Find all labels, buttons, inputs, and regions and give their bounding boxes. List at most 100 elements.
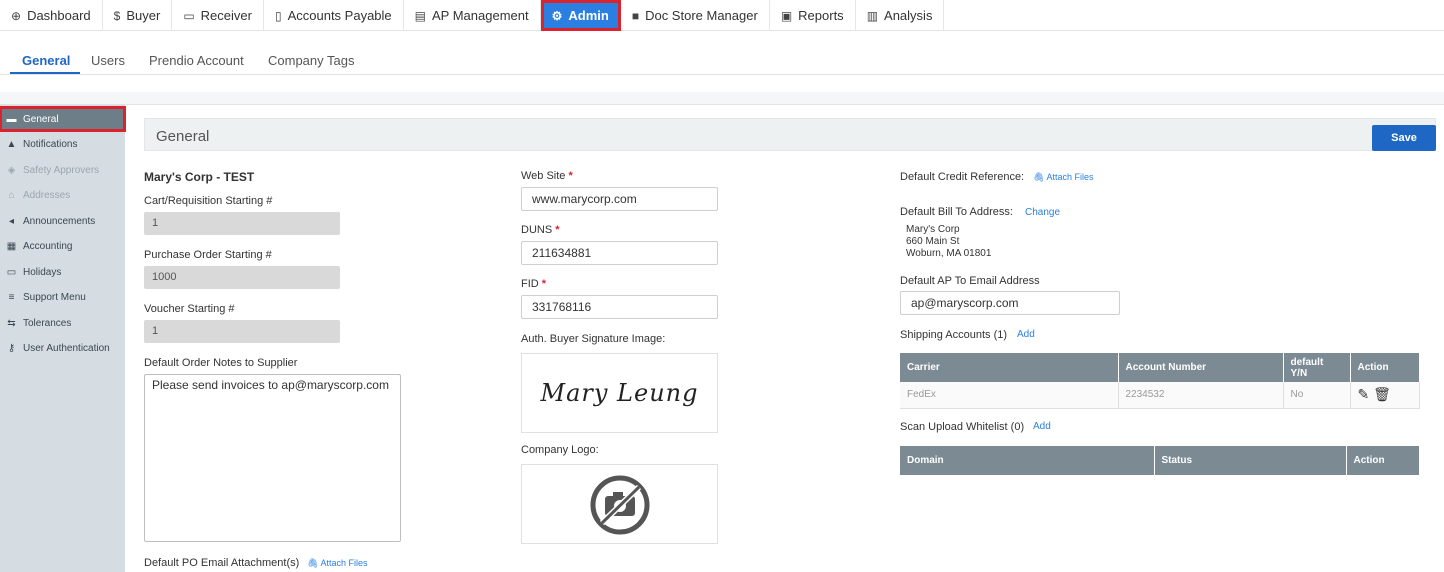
sidebar-item-label: User Authentication [23,343,110,354]
sidebar-item-addresses: ⌂ Addresses [0,184,125,208]
sidebar-item-support-menu[interactable]: ≡ Support Menu [0,286,125,310]
sidebar-item-label: Safety Approvers [23,164,100,176]
default-cell: No [1283,382,1351,409]
col-action: Action [1350,353,1420,382]
table-header-row: Domain Status Action [900,446,1420,475]
calculator-icon: ▤ [414,8,426,23]
nav-label: Doc Store Manager [645,8,758,23]
sidebar-item-label: Support Menu [23,292,86,303]
shipping-accounts-label: Shipping Accounts (1) [900,329,1008,341]
megaphone-icon: ◂ [8,215,15,227]
tab-prendio-account[interactable]: Prendio Account [149,53,244,68]
ap-email-input[interactable]: ap@maryscorp.com [900,291,1120,315]
attach-files-label: Attach Files [1046,172,1094,182]
save-button[interactable]: Save [1372,125,1436,151]
credit-attach-files-link[interactable]: 🖇 Attach Files [1033,171,1093,183]
cart-start-label: Cart/Requisition Starting # [144,195,273,207]
order-notes-textarea[interactable]: Please send invoices to ap@maryscorp.com [144,374,401,542]
sidebar-item-holidays[interactable]: ▭ Holidays [0,260,125,284]
home-icon: ⌂ [8,190,15,201]
nav-doc-store-manager[interactable]: ■ Doc Store Manager [621,0,770,31]
menu-icon: ≡ [8,292,15,303]
col-domain[interactable]: Domain [900,446,1155,475]
sidebar-item-label: Announcements [23,215,96,227]
account-number-cell: 2234532 [1118,382,1284,409]
page-title: General [156,128,210,145]
website-label: Web Site * [521,170,573,182]
sidebar-item-general[interactable]: ▬ General [0,106,126,132]
add-shipping-account-link[interactable]: Add [1017,329,1035,340]
company-name: Mary's Corp - TEST [144,170,255,184]
ap-email-label: Default AP To Email Address [900,275,1040,287]
signature-text: Mary Leung [540,379,699,407]
nav-receiver[interactable]: ▭ Receiver [172,0,264,31]
nav-accounts-payable[interactable]: ▯ Accounts Payable [264,0,404,31]
po-attach-files-link[interactable]: 🖇 Attach Files [307,557,367,569]
signature-label: Auth. Buyer Signature Image: [521,333,666,345]
tab-general[interactable]: General [22,53,70,68]
duns-label-text: DUNS [521,224,553,236]
table-header-row: Carrier Account Number default Y/N Actio… [900,353,1420,382]
sidebar-item-announcements[interactable]: ◂ Announcements [0,209,125,233]
col-status[interactable]: Status [1154,446,1347,475]
sidebar-item-user-authentication[interactable]: ⚷ User Authentication [0,337,125,361]
tab-company-tags[interactable]: Company Tags [268,53,354,68]
sidebar-item-label: General [23,113,59,125]
duns-input[interactable]: 211634881 [521,241,718,265]
paperclip-icon: 🖇 [1033,172,1047,182]
fid-label-text: FID [521,278,539,290]
key-icon: ⚷ [7,343,16,354]
nav-analysis[interactable]: ▥ Analysis [856,0,945,31]
sidebar-item-notifications[interactable]: ▲ Notifications [0,133,125,157]
duns-label: DUNS * [521,224,560,236]
col-account-number[interactable]: Account Number [1118,353,1284,382]
address-line: Mary's Corp [906,224,960,235]
sidebar-item-tolerances[interactable]: ⇆ Tolerances [0,311,125,335]
sidebar-item-label: Notifications [23,139,78,150]
col-default[interactable]: default Y/N [1283,353,1351,382]
change-bill-to-link[interactable]: Change [1025,207,1060,218]
admin-subtabs: General Users Prendio Account Company Ta… [0,40,1444,75]
nav-buyer[interactable]: $ Buyer [103,0,173,31]
nav-ap-management[interactable]: ▤ AP Management [404,0,541,31]
trash-icon[interactable]: 🗑 [1373,386,1391,402]
edit-icon[interactable]: ✎ [1358,386,1370,402]
nav-dashboard[interactable]: ⊕ Dashboard [0,0,103,31]
nav-admin[interactable]: ⚙ Admin [540,0,621,31]
signature-image[interactable]: Mary Leung [521,353,718,433]
shipping-accounts-table: Carrier Account Number default Y/N Actio… [900,353,1420,409]
address-line: Woburn, MA 01801 [906,248,992,259]
nav-label: Admin [568,8,609,23]
active-tab-underline [10,72,80,74]
po-start-label: Purchase Order Starting # [144,249,272,261]
company-logo-box[interactable] [521,464,718,544]
admin-sidebar: ▬ General ▲ Notifications ◈ Safety Approvers ⌂… [0,105,126,572]
sidebar-item-safety-approvers: ◈ Safety Approvers [0,158,125,182]
required-mark: * [568,170,573,182]
nav-label: AP Management [432,8,529,23]
bill-to-address: Mary's Corp 660 Main St Woburn, MA 01801 [906,224,991,260]
sidebar-item-accounting[interactable]: ▦ Accounting [0,235,125,259]
col-carrier[interactable]: Carrier [900,353,1119,382]
nav-label: Analysis [884,8,933,23]
sidebar-item-label: Addresses [23,190,71,201]
bill-to-label: Default Bill To Address: [900,206,1013,218]
voucher-start-field: 1 [144,320,340,343]
fid-input[interactable]: 331768116 [521,295,718,319]
add-scan-domain-link[interactable]: Add [1033,421,1051,432]
bar-chart-icon: ▥ [866,8,879,23]
no-photo-icon [590,475,650,535]
table-row: FedEx 2234532 No ✎ 🗑 [900,382,1420,409]
scan-whitelist-label: Scan Upload Whitelist (0) [900,421,1025,433]
dollar-icon: $ [113,8,121,23]
order-notes-label: Default Order Notes to Supplier [144,357,298,369]
document-icon: ▯ [274,8,282,23]
voucher-start-label: Voucher Starting # [144,303,235,315]
nav-reports[interactable]: ▣ Reports [770,0,856,31]
shield-icon: ◈ [7,164,16,176]
cart-start-field: 1 [144,212,340,235]
bell-icon: ▲ [6,139,17,150]
tab-users[interactable]: Users [91,53,125,68]
sidebar-item-label: Holidays [23,266,62,278]
website-input[interactable]: www.marycorp.com [521,187,718,211]
